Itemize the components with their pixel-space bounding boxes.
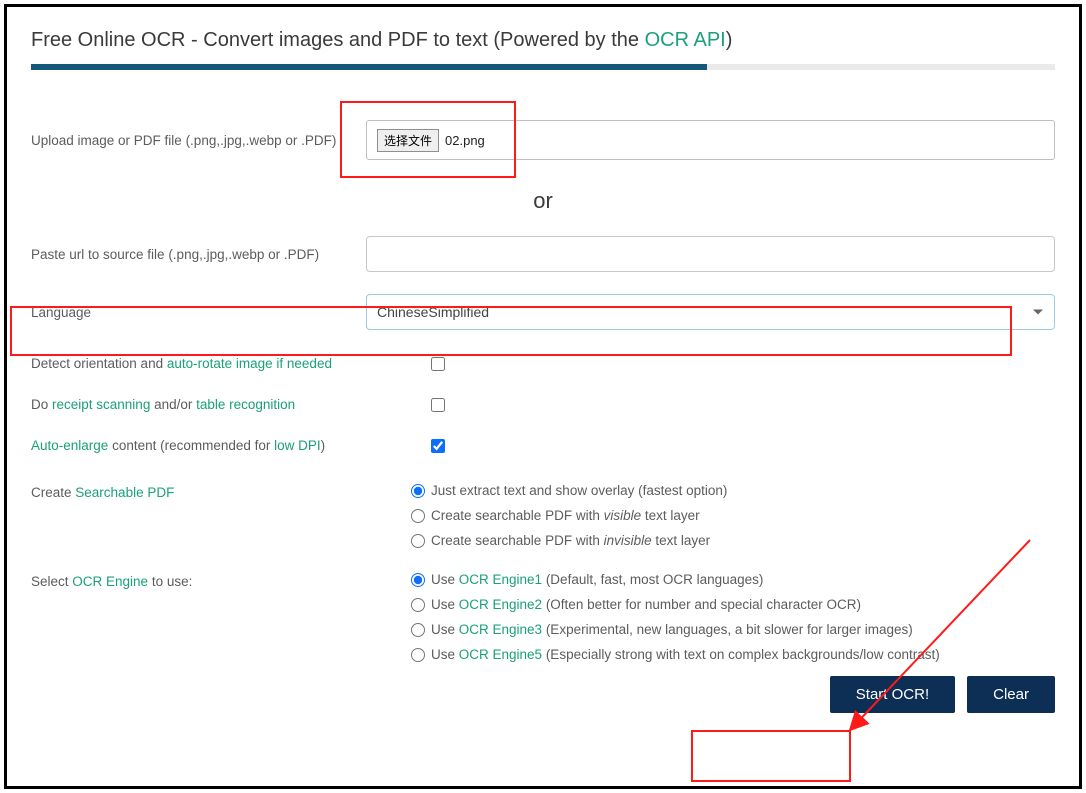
detect-orientation-label: Detect orientation and auto-rotate image… [31,356,431,371]
pdf-option-invisible[interactable]: Create searchable PDF with invisible tex… [411,533,727,548]
auto-enlarge-label: Auto-enlarge content (recommended for lo… [31,438,431,453]
pdf-section: Create Searchable PDF Just extract text … [31,483,1055,548]
e1s: (Often better for number and special cha… [542,597,861,612]
engine3-link[interactable]: OCR Engine3 [459,622,542,637]
selected-file-name: 02.png [445,133,485,148]
pdf-radio-group: Just extract text and show overlay (fast… [411,483,727,548]
engine5-link[interactable]: OCR Engine5 [459,647,542,662]
engine-section-label: Select OCR Engine to use: [31,572,411,589]
engine-radio-5[interactable] [411,648,425,662]
progress-fill [31,64,707,70]
e0s: (Default, fast, most OCR languages) [542,572,763,587]
choose-file-button[interactable]: 选择文件 [377,129,439,152]
e3p: Use [431,647,459,662]
searchable-pdf-link[interactable]: Searchable PDF [75,485,174,500]
auto-enlarge-row: Auto-enlarge content (recommended for lo… [31,438,1055,453]
pdf-label-pre: Create [31,485,75,500]
detect-pre: Detect orientation and [31,356,167,371]
eng2-text: Use OCR Engine3 (Experimental, new langu… [431,622,913,637]
eng1-text: Use OCR Engine2 (Often better for number… [431,597,861,612]
pdf-section-label: Create Searchable PDF [31,483,411,500]
pdf2-pre: Create searchable PDF with [431,533,604,548]
pdf2-em: invisible [604,533,652,548]
progress-bar [31,64,1055,70]
pdf2-post: text layer [652,533,711,548]
url-input[interactable] [366,236,1055,272]
button-row: Start OCR! Clear [31,676,1055,713]
engine-option-5[interactable]: Use OCR Engine5 (Especially strong with … [411,647,940,662]
start-ocr-button[interactable]: Start OCR! [830,676,955,713]
receipt-pre: Do [31,397,52,412]
enlarge-mid: content (recommended for [108,438,274,453]
pdf-radio-invisible[interactable] [411,534,425,548]
eng3-text: Use OCR Engine5 (Especially strong with … [431,647,940,662]
engine-label-post: to use: [148,574,192,589]
file-input-field[interactable]: 选择文件 02.png [366,120,1055,160]
ocr-api-link[interactable]: OCR API [645,29,726,51]
engine-label-pre: Select [31,574,72,589]
title-prefix: Free Online OCR - Convert images and PDF… [31,29,645,51]
pdf1-em: visible [604,508,642,523]
detect-orientation-row: Detect orientation and auto-rotate image… [31,356,1055,371]
receipt-mid: and/or [150,397,196,412]
e2s: (Experimental, new languages, a bit slow… [542,622,913,637]
upload-row: Upload image or PDF file (.png,.jpg,.web… [31,120,1055,160]
engine-radio-3[interactable] [411,623,425,637]
engine-radio-1[interactable] [411,573,425,587]
auto-enlarge-link[interactable]: Auto-enlarge [31,438,108,453]
detect-orientation-checkbox[interactable] [431,357,445,371]
engine-section: Select OCR Engine to use: Use OCR Engine… [31,572,1055,662]
e1p: Use [431,597,459,612]
engine-option-2[interactable]: Use OCR Engine2 (Often better for number… [411,597,940,612]
pdf1-post: text layer [641,508,700,523]
or-divider: or [31,188,1055,214]
table-recognition-link[interactable]: table recognition [196,397,295,412]
pdf-opt1-text: Create searchable PDF with visible text … [431,508,700,523]
pdf-radio-visible[interactable] [411,509,425,523]
e3s: (Especially strong with text on complex … [542,647,940,662]
engine2-link[interactable]: OCR Engine2 [459,597,542,612]
language-row: Language ChineseSimplified [31,294,1055,330]
clear-button[interactable]: Clear [967,676,1055,713]
ocr-engine-link[interactable]: OCR Engine [72,574,148,589]
language-label: Language [31,305,366,320]
enlarge-suffix: ) [321,438,326,453]
auto-rotate-link[interactable]: auto-rotate image if needed [167,356,332,371]
pdf-opt2-text: Create searchable PDF with invisible tex… [431,533,710,548]
title-suffix: ) [726,29,733,51]
e2p: Use [431,622,459,637]
pdf1-pre: Create searchable PDF with [431,508,604,523]
receipt-label: Do receipt scanning and/or table recogni… [31,397,431,412]
upload-label: Upload image or PDF file (.png,.jpg,.web… [31,133,366,148]
pdf-option-visible[interactable]: Create searchable PDF with visible text … [411,508,727,523]
low-dpi-link[interactable]: low DPI [274,438,321,453]
pdf-option-extract[interactable]: Just extract text and show overlay (fast… [411,483,727,498]
engine-option-3[interactable]: Use OCR Engine3 (Experimental, new langu… [411,622,940,637]
pdf-radio-extract[interactable] [411,484,425,498]
e0p: Use [431,572,459,587]
page-container: Free Online OCR - Convert images and PDF… [4,4,1082,789]
language-select-wrap: ChineseSimplified [366,294,1055,330]
url-row: Paste url to source file (.png,.jpg,.web… [31,236,1055,272]
receipt-row: Do receipt scanning and/or table recogni… [31,397,1055,412]
engine-radio-group: Use OCR Engine1 (Default, fast, most OCR… [411,572,940,662]
url-label: Paste url to source file (.png,.jpg,.web… [31,247,366,262]
engine1-link[interactable]: OCR Engine1 [459,572,542,587]
engine-radio-2[interactable] [411,598,425,612]
language-select[interactable]: ChineseSimplified [366,294,1055,330]
auto-enlarge-checkbox[interactable] [431,439,445,453]
eng0-text: Use OCR Engine1 (Default, fast, most OCR… [431,572,763,587]
receipt-scanning-link[interactable]: receipt scanning [52,397,150,412]
receipt-checkbox[interactable] [431,398,445,412]
page-title: Free Online OCR - Convert images and PDF… [31,29,1055,52]
pdf-opt0-text: Just extract text and show overlay (fast… [431,483,727,498]
engine-option-1[interactable]: Use OCR Engine1 (Default, fast, most OCR… [411,572,940,587]
